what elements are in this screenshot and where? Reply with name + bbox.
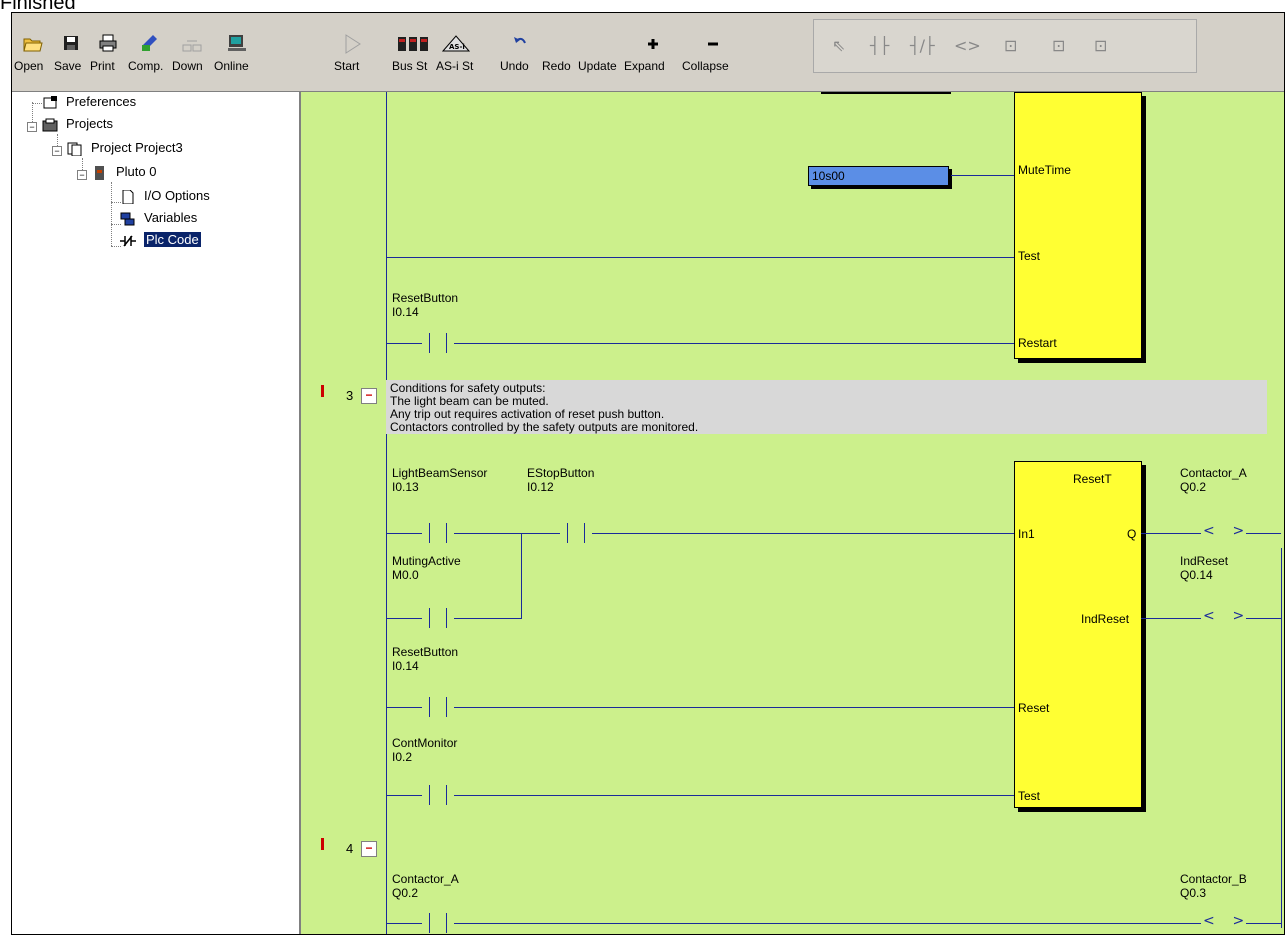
bus-status-icon <box>392 33 434 59</box>
update-icon <box>578 33 624 59</box>
rung-number: 4 <box>346 841 354 856</box>
ladder-tools-panel: ⇖ ┤├ ┤/├ <> ⊡ ⊡ ⊡ <box>813 19 1197 73</box>
muting-function-block[interactable]: MuteTime Test Restart <box>1014 92 1142 359</box>
undo-icon <box>500 33 540 59</box>
open-folder-icon <box>14 33 52 59</box>
document-icon <box>120 189 136 205</box>
coil-contactor-b[interactable]: < > <box>1201 913 1247 929</box>
contact-cont-monitor[interactable] <box>422 785 454 805</box>
timer-block-tool-icon[interactable]: ⊡ <box>1004 36 1017 55</box>
toolbar: Open Save Print Comp. Down Online Start <box>12 13 1284 92</box>
contact-estop-button[interactable] <box>560 523 592 543</box>
ladder-icon <box>120 234 136 248</box>
coil-contactor-a[interactable]: < > <box>1201 523 1247 539</box>
floppy-icon <box>54 33 88 59</box>
undo-button[interactable]: Undo <box>500 33 540 83</box>
contact-light-beam-sensor[interactable] <box>422 523 454 543</box>
power-rail <box>386 92 387 934</box>
online-button[interactable]: Online <box>214 33 260 83</box>
app-window: Open Save Print Comp. Down Online Start <box>11 12 1285 935</box>
redo-button[interactable]: Redo <box>542 33 578 83</box>
pointer-tool-icon[interactable]: ⇖ <box>832 36 845 55</box>
online-icon <box>214 33 260 59</box>
tree-item-io-options[interactable]: I/O Options <box>120 188 210 205</box>
bus-status-button[interactable]: Bus St <box>392 33 434 83</box>
printer-icon <box>90 33 126 59</box>
rung-collapse-button[interactable]: − <box>361 388 377 404</box>
projects-icon <box>42 118 58 132</box>
contact-label: ResetButton <box>392 291 459 305</box>
contact-no-tool-icon[interactable]: ┤├ <box>870 36 889 55</box>
contact-nc-tool-icon[interactable]: ┤/├ <box>910 36 935 55</box>
svg-text:AS-i: AS-i <box>449 43 465 51</box>
compile-icon <box>128 33 172 59</box>
tree-collapse-toggle[interactable]: − <box>27 122 37 132</box>
contact-reset-button[interactable] <box>422 697 454 717</box>
asi-status-icon: AS-i <box>436 33 476 59</box>
tree-item-plc-code[interactable]: Plc Code <box>120 232 201 248</box>
tree-item-projects[interactable]: Projects <box>42 116 113 132</box>
expand-button[interactable]: Expand <box>624 33 682 83</box>
expand-icon <box>624 33 682 59</box>
print-button[interactable]: Print <box>90 33 126 83</box>
tree-item-variables[interactable]: Variables <box>120 210 197 226</box>
ladder-editor[interactable]: MuteTime Test Restart 10s00 ResetButton … <box>301 92 1284 934</box>
variables-icon <box>120 212 136 226</box>
start-button[interactable]: Start <box>334 33 370 83</box>
mute-time-value[interactable]: 10s00 <box>808 166 949 186</box>
tree-collapse-toggle[interactable]: − <box>52 146 62 156</box>
play-icon <box>334 33 370 59</box>
collapse-button[interactable]: Collapse <box>682 33 744 83</box>
rung-comment[interactable]: Conditions for safety outputs: The light… <box>386 380 1267 434</box>
open-button[interactable]: Open <box>14 33 52 83</box>
tree-item-project[interactable]: Project Project3 <box>67 140 183 157</box>
download-button[interactable]: Down <box>172 33 212 83</box>
save-button[interactable]: Save <box>54 33 88 83</box>
tree-item-preferences[interactable]: Preferences <box>42 94 136 110</box>
power-rail-right <box>1281 548 1282 928</box>
contact-contactor-a[interactable] <box>422 913 454 933</box>
project-tree: Preferences − Projects − Project Project… <box>12 92 301 934</box>
arith-block-tool-icon[interactable]: ⊡ <box>1094 36 1107 55</box>
plc-icon <box>92 165 108 180</box>
redo-icon <box>542 33 578 59</box>
function-block-tool-icon[interactable]: ⊡ <box>1052 36 1065 55</box>
contact-muting-active[interactable] <box>422 608 454 628</box>
tree-item-pluto[interactable]: Pluto 0 <box>92 164 156 180</box>
update-button[interactable]: Update <box>578 33 624 83</box>
project-icon <box>67 142 83 157</box>
rung-collapse-button[interactable]: − <box>361 841 377 857</box>
compile-button[interactable]: Comp. <box>128 33 172 83</box>
preferences-icon <box>42 95 58 110</box>
tree-collapse-toggle[interactable]: − <box>77 170 87 180</box>
contact-address: I0.14 <box>392 305 419 319</box>
asi-status-button[interactable]: AS-i AS-i St <box>436 33 476 83</box>
contact-reset-button-top[interactable] <box>422 333 454 353</box>
download-icon <box>172 33 212 59</box>
rung-number: 3 <box>346 388 354 403</box>
resett-function-block[interactable]: ResetT In1 Q IndReset Reset Test <box>1014 461 1142 808</box>
coil-indreset[interactable]: < > <box>1201 608 1247 624</box>
collapse-icon <box>682 33 744 59</box>
coil-tool-icon[interactable]: <> <box>954 36 981 55</box>
